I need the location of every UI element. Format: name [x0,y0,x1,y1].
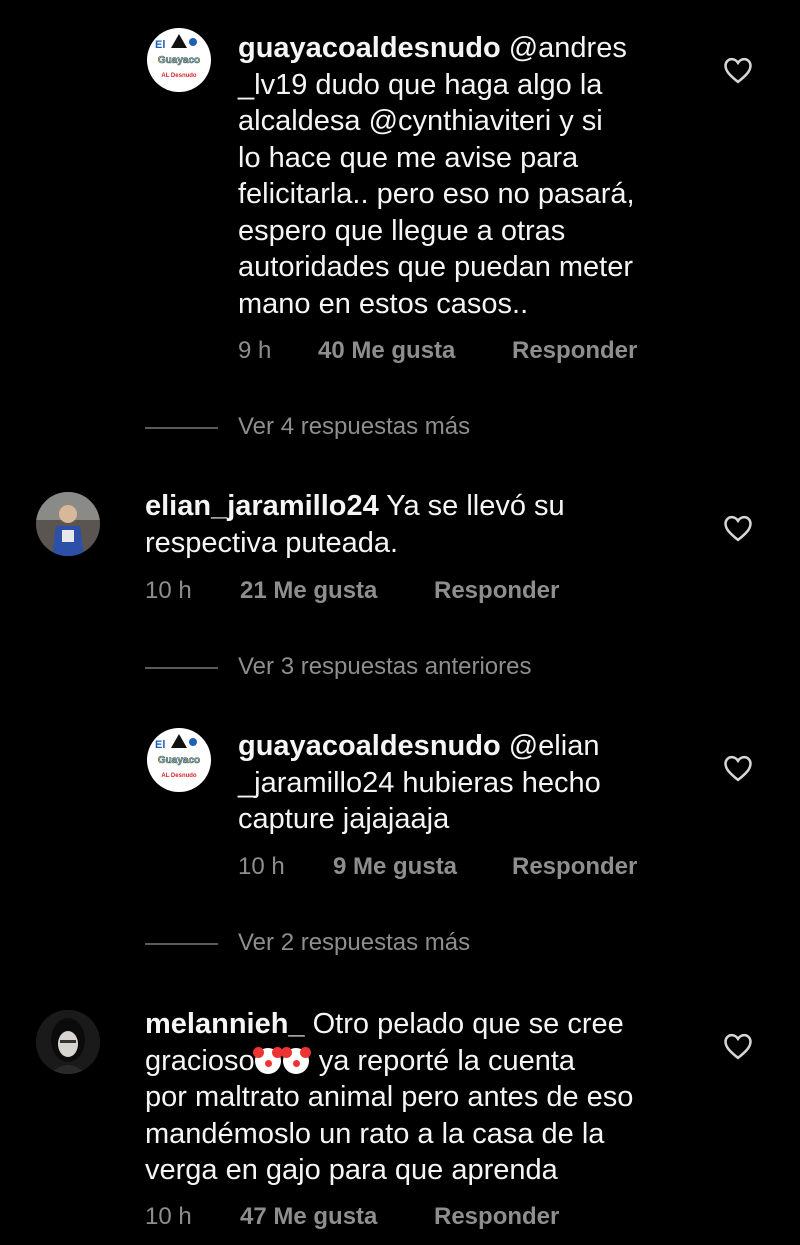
comment-body-line: respectiva puteada. [145,526,399,559]
comment-body-line: Ya se llevó su [386,490,565,522]
avatar[interactable]: El Guayaco AL Desnudo [147,28,211,92]
avatar[interactable] [36,492,100,556]
guayaco-logo-icon: El Guayaco AL Desnudo [148,29,210,91]
svg-text:AL Desnudo: AL Desnudo [161,73,197,79]
view-more-label: Ver 2 respuestas más [238,929,471,956]
clown-face-icon [252,1046,283,1074]
user-photo-icon [36,492,100,556]
reply-button[interactable]: Responder [512,853,637,880]
clown-face-icon [280,1046,311,1074]
view-more-replies-button[interactable]: Ver 4 respuestas más [145,412,470,442]
reply-button[interactable]: Responder [512,337,637,364]
comment-username[interactable]: guayacoaldesnudo [238,730,501,762]
heart-icon[interactable] [723,754,753,782]
comment-meta: 10 h 47 Me gusta Responder [145,1202,559,1232]
comment-body-line: _lv19 dudo que haga algo la [238,68,603,101]
comment-text: elian_jaramillo24 Ya se llevó su respect… [145,488,705,561]
divider-line [145,426,218,429]
avatar[interactable] [36,1010,100,1074]
comment-meta: 10 h 21 Me gusta Responder [145,576,559,606]
heart-icon[interactable] [723,56,753,84]
comment-body-line: gracioso [145,1044,255,1077]
comment-body-line: @andres [508,32,627,64]
comment-text: melannieh_ Otro pelado que se cree graci… [145,1006,725,1189]
avatar[interactable]: El Guayaco AL Desnudo [147,728,211,792]
heart-icon[interactable] [723,1032,753,1060]
view-more-label: Ver 4 respuestas más [238,413,471,440]
comment-meta: 10 h 9 Me gusta Responder [238,852,637,882]
likes-count[interactable]: 9 Me gusta [333,852,512,882]
comment-body-line: mano en estos casos.. [238,287,529,320]
comment-meta: 9 h 40 Me gusta Responder [238,336,637,366]
likes-count[interactable]: 40 Me gusta [318,336,512,366]
comment-body-line: _jaramillo24 hubieras hecho [238,766,601,799]
comment-body-line: espero que llegue a otras [238,214,566,247]
comment-time: 9 h [238,337,272,364]
comment-body-line: ya reporté la cuenta [318,1044,576,1077]
comment-text: guayacoaldesnudo @elian _jaramillo24 hub… [238,728,718,838]
comment-body-line: alcaldesa @cynthiaviteri y si [238,105,603,137]
user-photo-icon [36,1010,100,1074]
comment-time: 10 h [145,1203,192,1230]
view-more-replies-button[interactable]: Ver 2 respuestas más [145,928,470,958]
comment-username[interactable]: melannieh_ [145,1008,305,1040]
reply-button[interactable]: Responder [434,1203,559,1230]
comment-username[interactable]: guayacoaldesnudo [238,32,501,64]
comment-body-line: felicitarla.. pero eso no pasará, [238,178,635,210]
svg-text:El: El [155,739,165,751]
comment-body-line: @elian [508,730,600,762]
comment-body-line: verga en gajo para que aprenda [145,1154,558,1186]
view-more-label: Ver 3 respuestas anteriores [238,653,532,680]
comment-body-line: mandémoslo un rato a la casa de la [145,1117,605,1150]
view-previous-replies-button[interactable]: Ver 3 respuestas anteriores [145,652,532,682]
comment-body-line: Otro pelado que se cree [312,1008,624,1040]
comment-time: 10 h [145,577,192,604]
comment-username[interactable]: elian_jaramillo24 [145,490,379,522]
comment-body-line: capture jajajaaja [238,803,450,835]
reply-button[interactable]: Responder [434,577,559,604]
comment-time: 10 h [238,853,285,880]
comment-body-line: lo hace que me avise para [238,141,579,174]
likes-count[interactable]: 21 Me gusta [240,576,434,606]
comment-body-line: por maltrato animal pero antes de eso [145,1081,634,1113]
svg-text:Guayaco: Guayaco [158,55,200,66]
svg-text:Guayaco: Guayaco [158,755,200,766]
divider-line [145,666,218,669]
comment-body-line: autoridades que puedan meter [238,251,634,283]
svg-text:El: El [155,39,165,51]
likes-count[interactable]: 47 Me gusta [240,1202,434,1232]
svg-text:AL Desnudo: AL Desnudo [161,773,197,779]
heart-icon[interactable] [723,514,753,542]
comment-text: guayacoaldesnudo @andres _lv19 dudo que … [238,30,718,322]
divider-line [145,942,218,945]
guayaco-logo-icon: El Guayaco AL Desnudo [148,729,210,791]
